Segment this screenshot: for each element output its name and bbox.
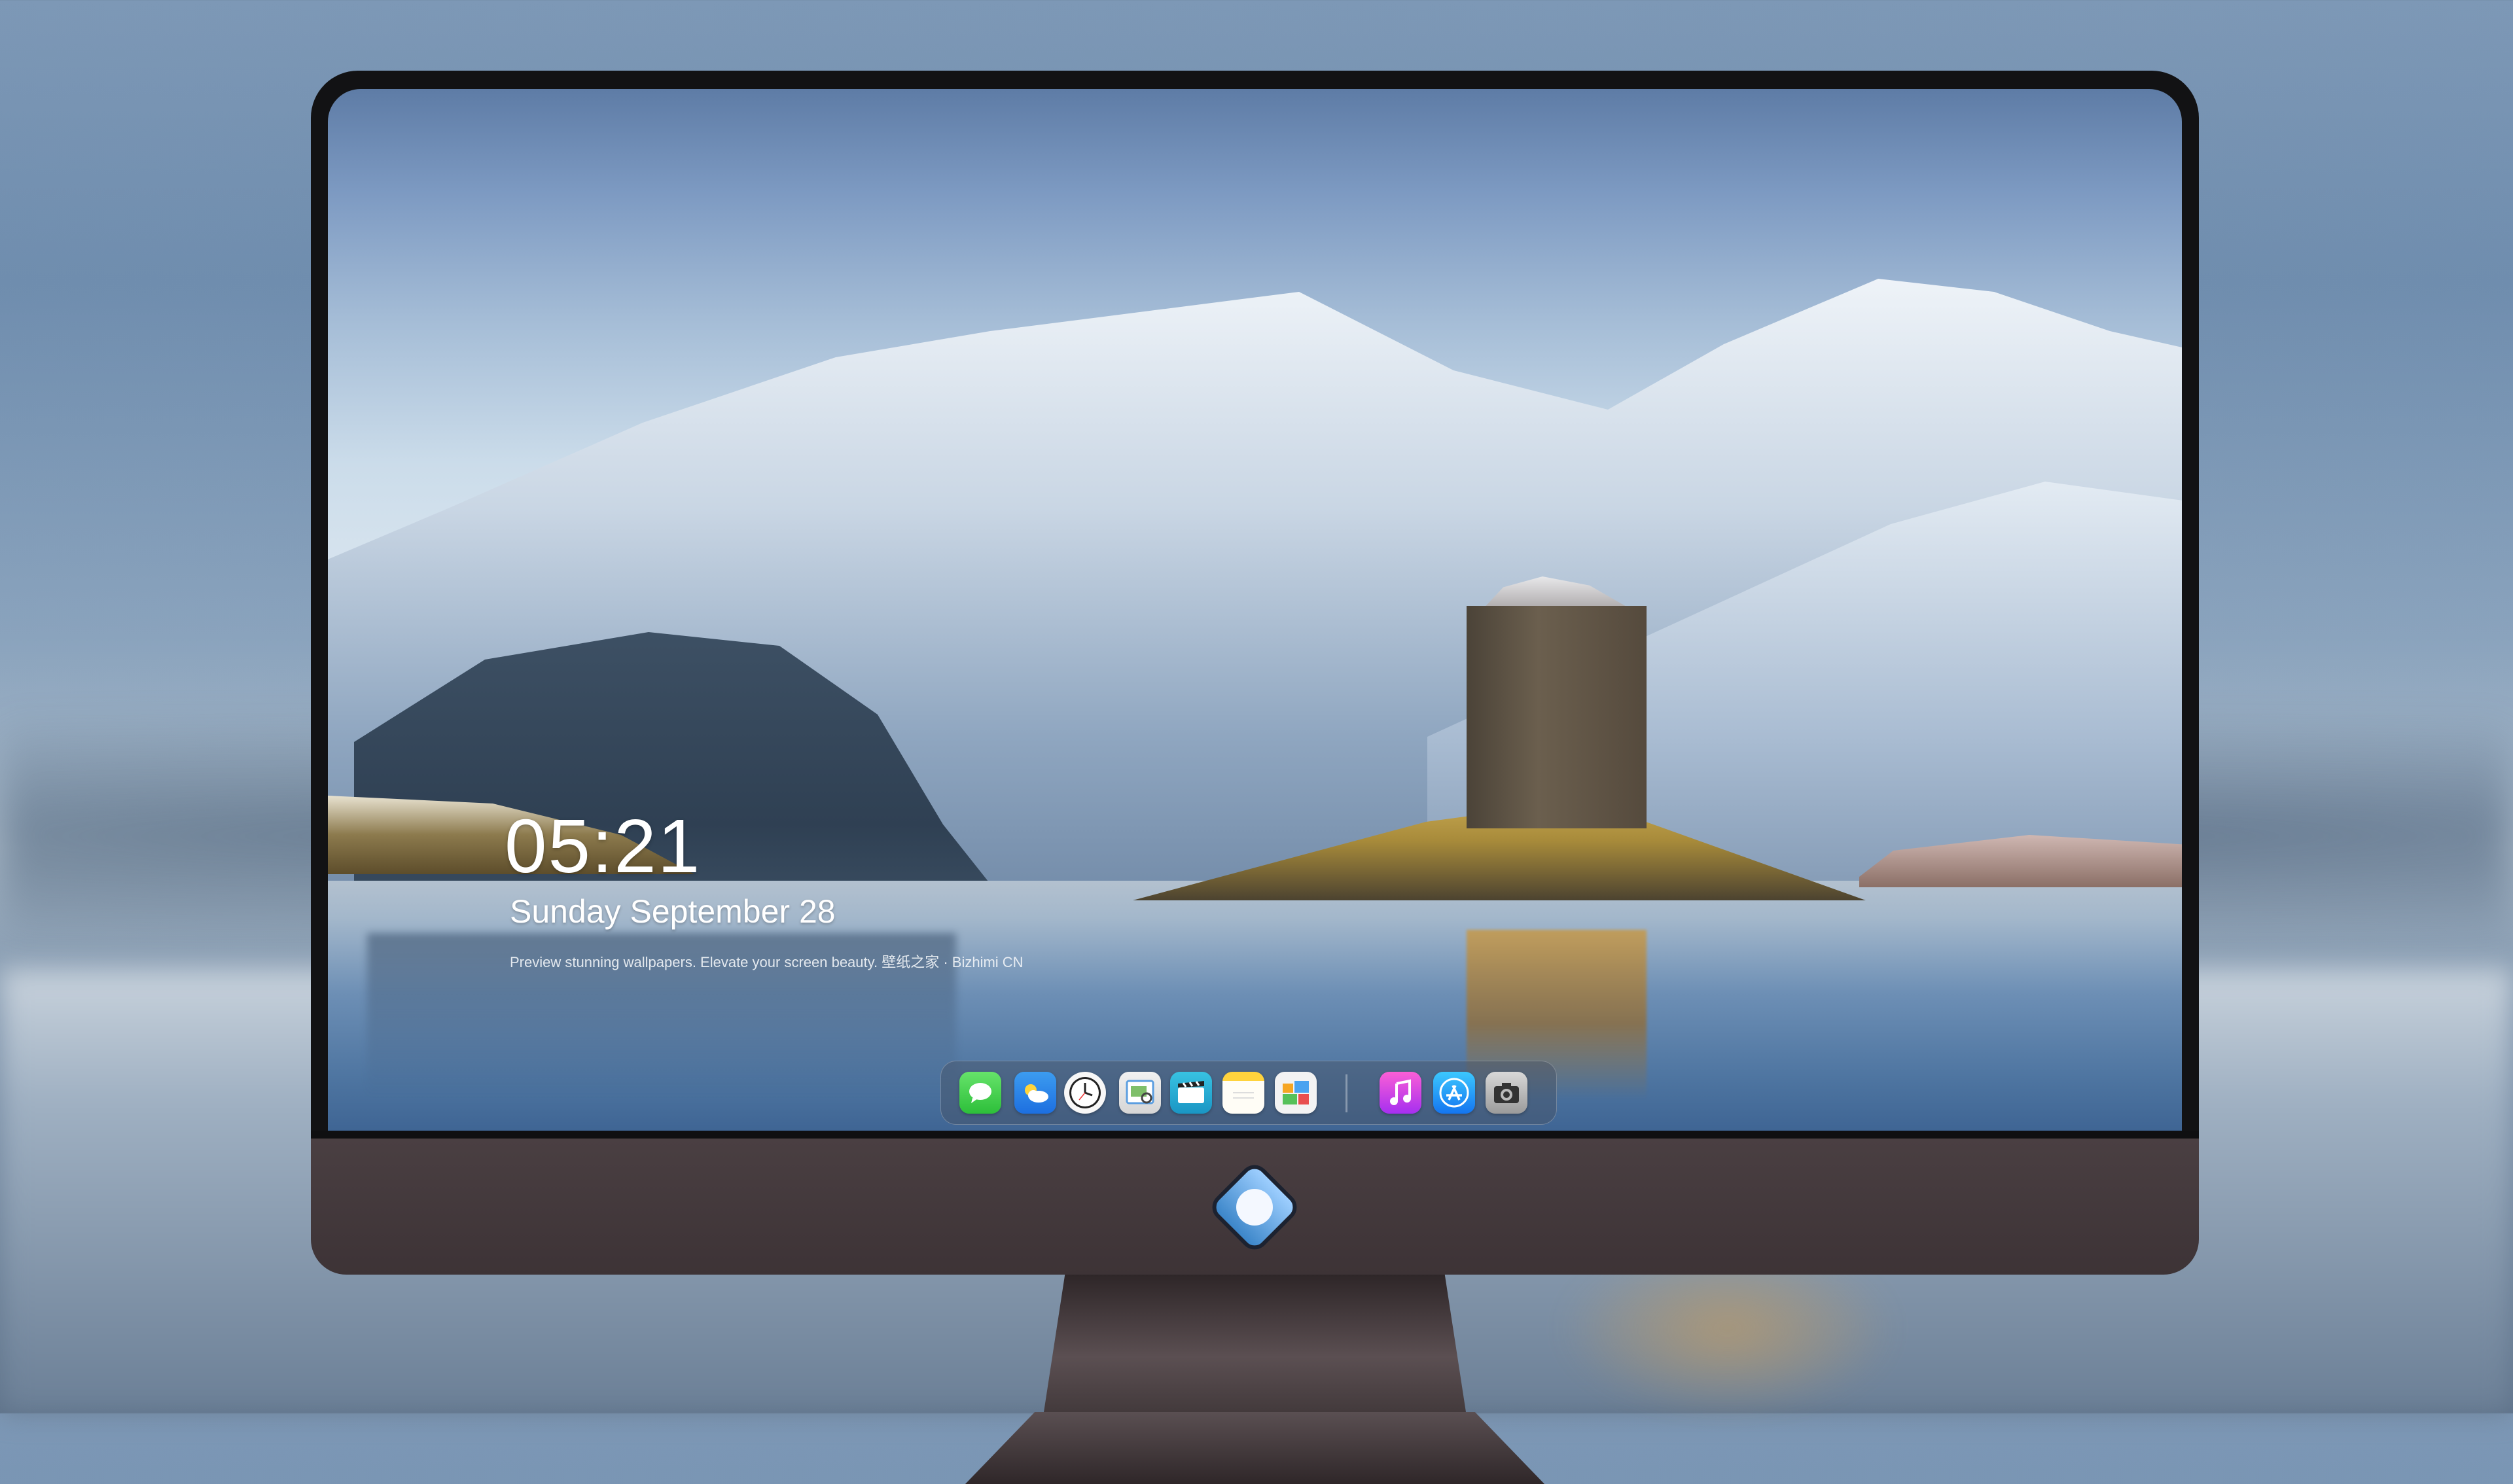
monitor: 05:21 Sunday September 28 Preview stunni…	[311, 71, 2199, 1484]
notes-icon[interactable]	[1222, 1072, 1264, 1114]
weather-icon[interactable]	[1014, 1072, 1056, 1114]
camera-icon[interactable]	[1486, 1072, 1527, 1114]
clips-icon[interactable]	[1170, 1072, 1212, 1114]
lockscreen-date: Sunday September 28	[510, 893, 836, 930]
dock	[940, 1061, 1557, 1125]
lockscreen-time: 05:21	[505, 804, 702, 889]
monitor-stand-neck	[1044, 1275, 1466, 1412]
monitor-stand-foot	[965, 1412, 1544, 1484]
lock-screen: 05:21 Sunday September 28 Preview stunni…	[328, 89, 2182, 1131]
messages-icon[interactable]	[959, 1072, 1001, 1114]
dock-separator	[1346, 1074, 1347, 1112]
music-icon[interactable]	[1380, 1072, 1421, 1114]
clock-icon[interactable]	[1064, 1072, 1106, 1114]
photos-icon[interactable]	[1275, 1072, 1317, 1114]
wallpaper-castle	[1467, 606, 1647, 828]
lockscreen-tagline: Preview stunning wallpapers. Elevate you…	[510, 954, 1024, 970]
preview-icon[interactable]	[1119, 1072, 1161, 1114]
app-store-icon[interactable]	[1433, 1072, 1475, 1114]
